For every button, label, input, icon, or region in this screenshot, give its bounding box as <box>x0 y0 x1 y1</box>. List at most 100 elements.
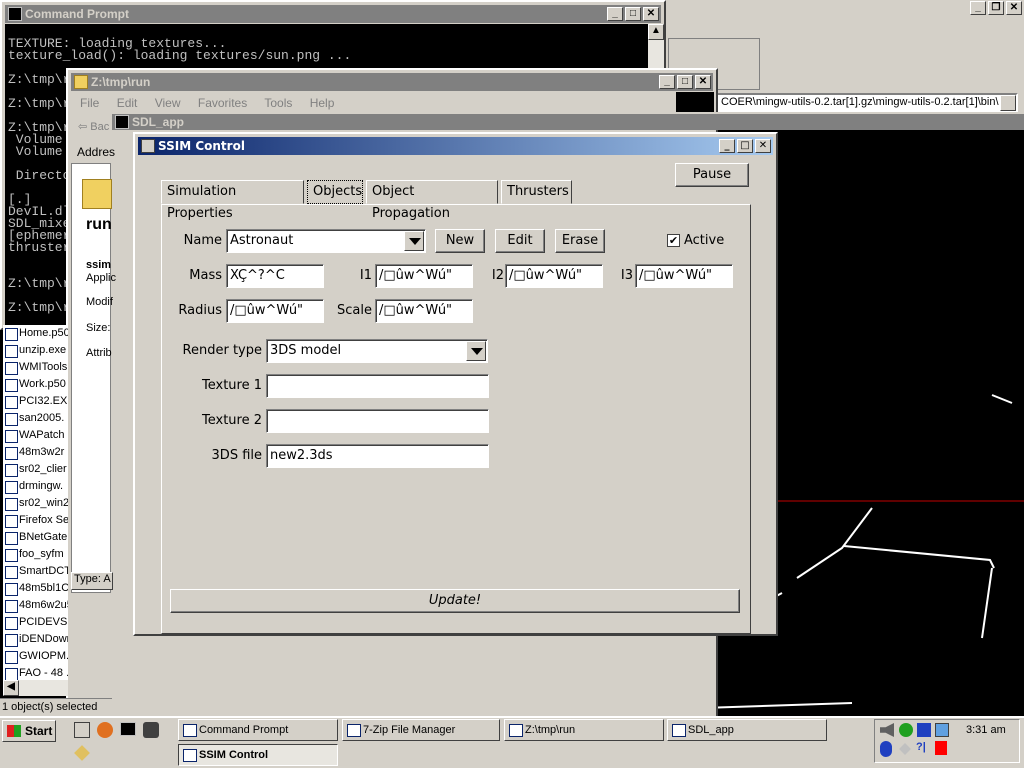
ssim-titlebar[interactable]: SSIM Control _ □ ✕ <box>138 137 773 155</box>
menu-file[interactable]: File <box>80 96 99 110</box>
file-item[interactable]: SmartDCT <box>3 563 68 580</box>
minimize-icon[interactable]: _ <box>719 139 735 153</box>
close-icon[interactable]: ✕ <box>643 7 659 21</box>
new-button[interactable]: New <box>435 229 485 253</box>
menu-tools[interactable]: Tools <box>264 96 292 110</box>
file-item[interactable]: 48m6w2u5-dmiview <box>3 597 68 614</box>
app-icon <box>141 139 155 153</box>
close-icon[interactable]: ✕ <box>695 75 711 89</box>
file-item[interactable]: WAPatch <box>3 427 68 444</box>
radius-field[interactable]: /□ûw^Wú" <box>226 299 324 323</box>
bluetooth-icon[interactable] <box>880 741 892 757</box>
pause-button[interactable]: Pause <box>675 163 749 187</box>
explorer-titlebar[interactable]: Z:\tmp\run _ □ ✕ <box>71 73 713 91</box>
active-label: Active <box>684 233 725 248</box>
file-list-hscroll[interactable]: ◀ <box>3 680 68 696</box>
cmd-titlebar[interactable]: Command Prompt _ □ ✕ <box>5 5 661 23</box>
file-item[interactable]: san2005. <box>3 410 68 427</box>
menu-edit[interactable]: Edit <box>117 96 138 110</box>
quicklaunch-firefox-icon[interactable] <box>97 722 113 738</box>
edit-button[interactable]: Edit <box>495 229 545 253</box>
maximize-icon[interactable]: □ <box>625 7 641 21</box>
quicklaunch-app-icon[interactable] <box>143 722 159 738</box>
texture1-field[interactable] <box>266 374 489 398</box>
network-icon[interactable] <box>899 723 913 737</box>
clock[interactable]: 3:31 am <box>966 724 1006 736</box>
file-item[interactable]: Work.p50 <box>3 376 68 393</box>
start-button[interactable]: Start <box>2 720 56 742</box>
address-dropdown-icon[interactable] <box>1000 95 1016 111</box>
file-list[interactable]: Home.p50 unzip.exe WMITools Work.p50 PCI32.E… <box>3 325 68 682</box>
computer-icon[interactable] <box>935 723 949 737</box>
file-item[interactable]: 48m3w2r <box>3 444 68 461</box>
cmd-title: Command Prompt <box>25 7 130 21</box>
stop-icon[interactable] <box>935 741 947 755</box>
file-item[interactable]: GWIOPM.SYS <box>3 648 68 665</box>
task-ssim-control[interactable]: SSIM Control <box>178 744 338 766</box>
scroll-left-icon[interactable]: ◀ <box>3 680 19 696</box>
close-icon[interactable]: ✕ <box>1006 1 1022 15</box>
chevron-down-icon[interactable] <box>466 341 486 361</box>
sdl-titlebar[interactable]: SDL_app <box>112 114 1024 130</box>
help-icon[interactable]: ?| <box>916 741 926 753</box>
menu-help[interactable]: Help <box>310 96 335 110</box>
address-label: Addres <box>77 145 116 159</box>
file-item[interactable]: BNetGate <box>3 529 68 546</box>
erase-button[interactable]: Erase <box>555 229 605 253</box>
file-item[interactable]: sr02_win2 <box>3 495 68 512</box>
file-item[interactable]: drmingw. <box>3 478 68 495</box>
scroll-up-icon[interactable]: ▲ <box>648 24 664 40</box>
tab-objects[interactable]: Objects <box>307 180 363 204</box>
tab-object-propagation[interactable]: Object Propagation <box>366 180 498 221</box>
modified-label: Modif <box>86 296 113 308</box>
file-item[interactable]: WMITools <box>3 359 68 376</box>
task-7zip[interactable]: 7-Zip File Manager <box>342 719 500 741</box>
update-label: Update! <box>428 593 482 608</box>
task-explorer[interactable]: Z:\tmp\run <box>504 719 664 741</box>
i3-field[interactable]: /□ûw^Wú" <box>635 264 733 288</box>
restore-icon[interactable]: ❐ <box>988 1 1004 15</box>
menu-view[interactable]: View <box>155 96 181 110</box>
file-item[interactable]: 48m5bl1C <box>3 580 68 597</box>
close-icon[interactable]: ✕ <box>755 139 771 153</box>
chevron-down-icon[interactable] <box>404 231 424 251</box>
file-item[interactable]: sr02_clier <box>3 461 68 478</box>
file-item[interactable]: unzip.exe <box>3 342 68 359</box>
task-command-prompt[interactable]: Command Prompt <box>178 719 338 741</box>
name-dropdown[interactable]: Astronaut <box>226 229 426 253</box>
minimize-icon[interactable]: _ <box>607 7 623 21</box>
task-sdl-app[interactable]: SDL_app <box>667 719 827 741</box>
tab-thrusters[interactable]: Thrusters <box>501 180 572 204</box>
file-item[interactable]: iDENDownloadApp <box>3 631 68 648</box>
tab-simulation-properties[interactable]: Simulation Properties <box>161 180 304 221</box>
update-button[interactable]: Update! <box>170 589 740 613</box>
active-checkbox[interactable]: ✔ <box>667 234 680 247</box>
file-item[interactable]: PCI32.EX <box>3 393 68 410</box>
address-bar-7zip[interactable]: COER\mingw-utils-0.2.tar[1].gz\mingw-uti… <box>716 93 1018 113</box>
file-item[interactable]: foo_syfm <box>3 546 68 563</box>
file-item[interactable]: Firefox Se <box>3 512 68 529</box>
menu-favorites[interactable]: Favorites <box>198 96 247 110</box>
maximize-icon[interactable]: □ <box>677 75 693 89</box>
minimize-icon[interactable]: _ <box>970 1 986 15</box>
file-item[interactable]: PCIDEVS.TXT <box>3 614 68 631</box>
texture2-field[interactable] <box>266 409 489 433</box>
maximize-icon[interactable]: □ <box>737 139 753 153</box>
render-type-label: Render type <box>182 343 262 358</box>
minimize-icon[interactable]: _ <box>659 75 675 89</box>
i1-field[interactable]: /□ûw^Wú" <box>375 264 473 288</box>
name-value: Astronaut <box>230 233 294 248</box>
quicklaunch-cmd-icon[interactable] <box>120 722 136 736</box>
render-type-dropdown[interactable]: 3DS model <box>266 339 488 363</box>
connection-icon[interactable] <box>917 723 931 737</box>
back-button[interactable]: ⇦ Bac <box>78 120 109 133</box>
quicklaunch-desktop-icon[interactable] <box>74 722 90 738</box>
i3-label: I3 <box>620 268 633 283</box>
file-item[interactable]: Home.p50 <box>3 325 68 342</box>
i2-field[interactable]: /□ûw^Wú" <box>505 264 603 288</box>
scale-field[interactable]: /□ûw^Wú" <box>375 299 473 323</box>
mass-field[interactable]: XÇ^?^C <box>226 264 324 288</box>
3ds-file-field[interactable]: new2.3ds <box>266 444 489 468</box>
sdl-window-frame[interactable]: SDL_app <box>112 112 1024 130</box>
type-column-header[interactable]: Type: A <box>71 572 113 590</box>
